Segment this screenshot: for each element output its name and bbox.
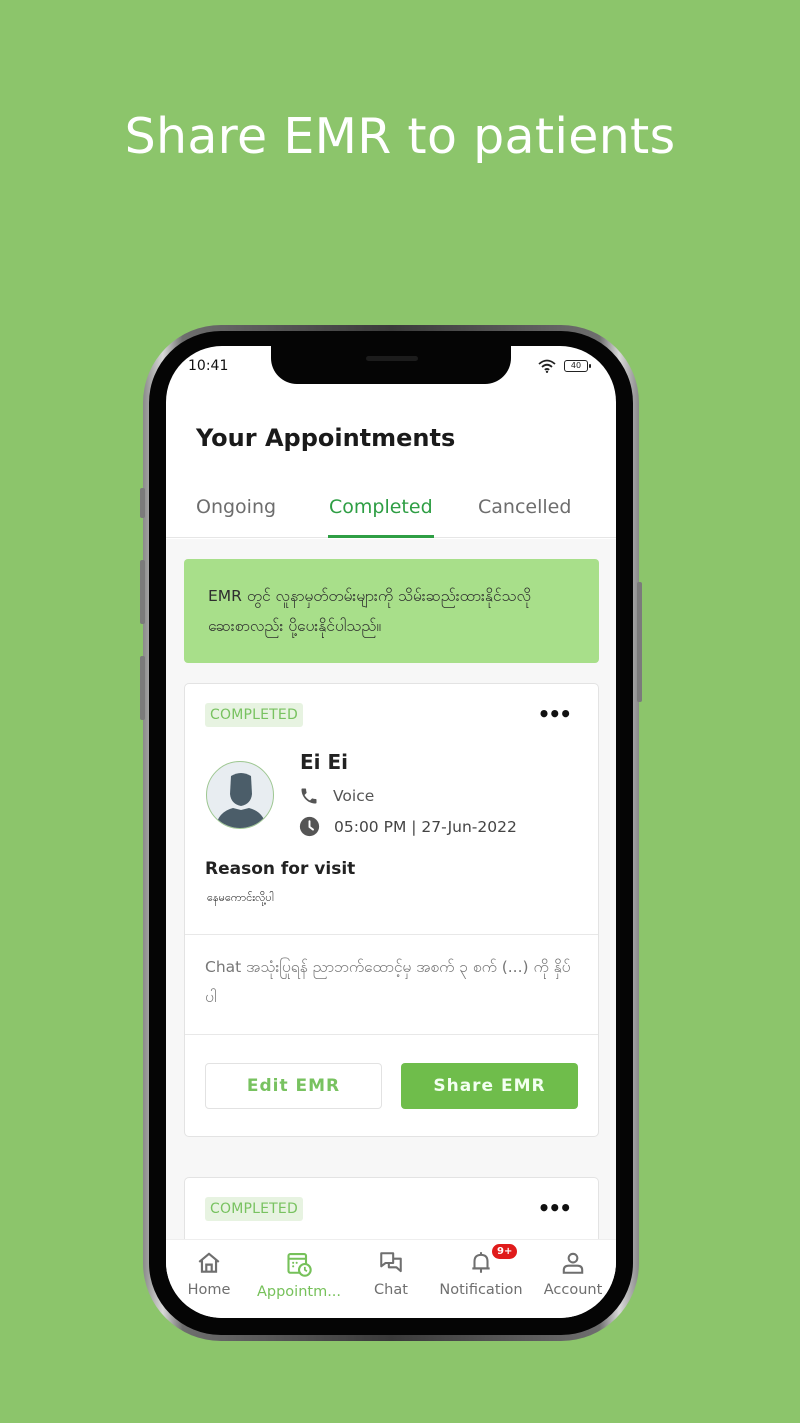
edit-emr-button[interactable]: Edit EMR [205,1063,382,1109]
notification-badge: 9+ [492,1244,518,1259]
active-tab-indicator [328,535,434,538]
phone-icon [301,788,317,804]
tab-cancelled[interactable]: Cancelled [478,496,571,518]
bell-icon [472,1252,490,1273]
patient-name: Ei Ei [300,750,348,774]
clock-icon [299,816,320,837]
tab-completed[interactable]: Completed [329,496,433,518]
avatar [206,761,274,829]
call-type-row: Voice [299,786,374,806]
status-badge: COMPLETED [205,1197,303,1221]
page-title: Your Appointments [196,424,456,452]
nav-appointments-label: Appointm... [256,1284,342,1300]
person-silhouette-icon [215,773,267,828]
appointment-datetime: 05:00 PM | 27-Jun-2022 [334,817,517,836]
notch [271,346,511,384]
volume-down-button [140,656,145,720]
status-time: 10:41 [188,358,229,374]
chat-note: Chat အသုံးပြုရန် ညာဘက်ထောင့်မှ အစက် ၃ စက… [205,958,571,1006]
wifi-icon [538,359,556,373]
chat-icon [380,1252,402,1273]
reason-value: နေမကောင်းလို့ပါ [207,891,274,904]
status-badge: COMPLETED [205,703,303,727]
battery-icon: 40 [564,360,591,372]
divider [185,934,598,935]
headline: Share EMR to patients [124,108,676,165]
home-icon [198,1252,220,1273]
appointments-list[interactable]: EMR တွင် လူနာမှတ်တမ်းများကို သိမ်းဆည်းထာ… [166,539,616,1297]
nav-chat[interactable]: Chat [346,1250,436,1298]
info-banner: EMR တွင် လူနာမှတ်တမ်းများကို သိမ်းဆည်းထာ… [184,559,599,663]
nav-notification-label: Notification [439,1282,523,1298]
user-icon [562,1252,584,1274]
call-type: Voice [333,787,375,805]
bottom-nav: Home Appointm... Chat 9+ Notification Ac… [166,1239,616,1318]
mute-switch [140,488,145,518]
status-icons: 40 [538,359,591,373]
datetime-row: 05:00 PM | 27-Jun-2022 [299,816,517,837]
divider [185,1034,598,1035]
nav-home[interactable]: Home [166,1250,254,1298]
nav-notification[interactable]: 9+ Notification [436,1244,526,1298]
nav-home-label: Home [187,1282,231,1298]
volume-up-button [140,560,145,624]
power-button [637,582,642,702]
nav-account[interactable]: Account [528,1250,616,1298]
reason-label: Reason for visit [205,859,356,879]
nav-chat-label: Chat [374,1282,408,1298]
phone-screen: 10:41 40 Your Appointments Ongoing Compl… [166,346,616,1318]
nav-account-label: Account [543,1282,603,1298]
more-options-icon[interactable]: ••• [538,1196,572,1220]
nav-appointments[interactable]: Appointm... [254,1250,344,1300]
share-emr-button[interactable]: Share EMR [401,1063,578,1109]
tab-ongoing[interactable]: Ongoing [196,496,276,518]
appointment-card[interactable]: COMPLETED ••• Ei Ei Voice 05:00 PM | 27-… [184,683,599,1137]
more-options-icon[interactable]: ••• [538,702,572,726]
speaker [366,356,418,361]
appointment-tabs: Ongoing Completed Cancelled [166,486,616,538]
calendar-clock-icon [287,1253,312,1277]
